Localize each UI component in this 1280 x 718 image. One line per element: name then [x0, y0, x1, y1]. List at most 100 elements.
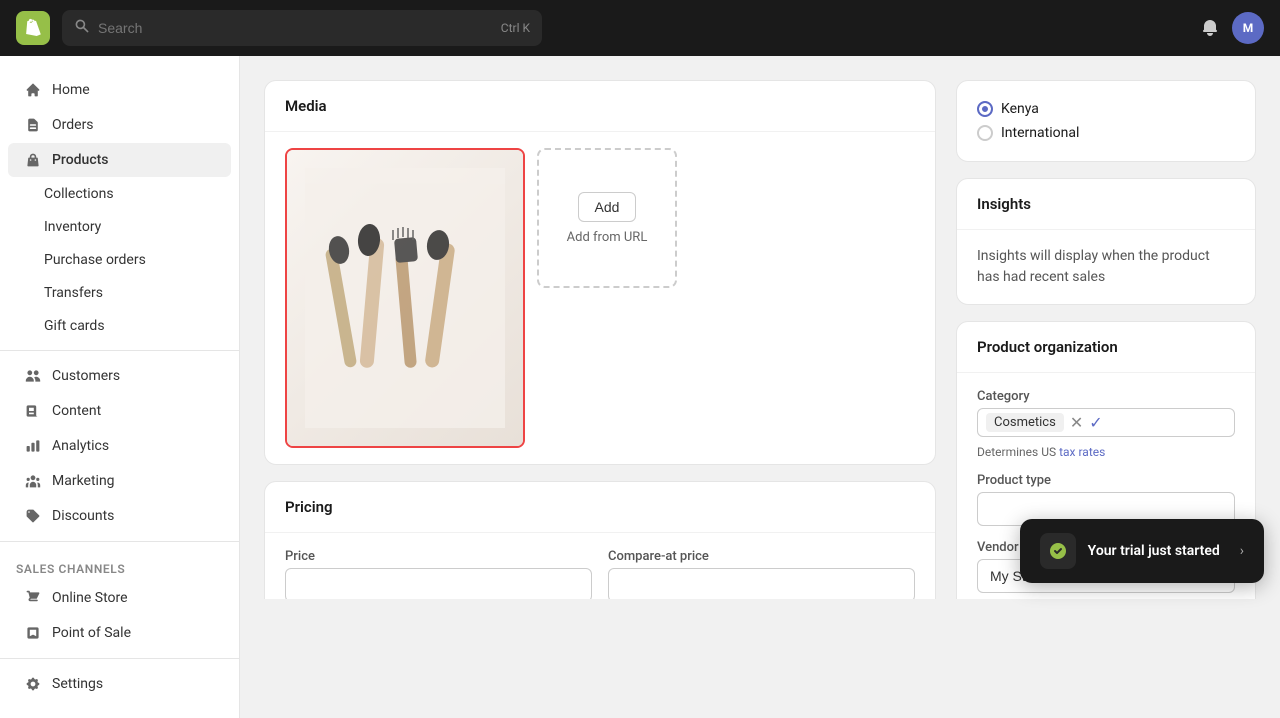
add-media-button[interactable]: Add	[578, 192, 637, 222]
sidebar-item-label-products: Products	[52, 152, 109, 168]
search-icon	[74, 18, 90, 38]
sidebar-item-label-marketing: Marketing	[52, 473, 115, 489]
product-type-label: Product type	[977, 473, 1235, 488]
insights-card-header: Insights	[957, 179, 1255, 230]
sales-channels-label: Sales channels	[0, 550, 239, 580]
international-label: International	[1001, 125, 1079, 141]
sidebar: Home Orders Products Collections Invento…	[0, 56, 240, 718]
sidebar-divider	[0, 350, 239, 351]
sidebar-item-content[interactable]: Content	[8, 394, 231, 428]
sidebar-item-label-collections: Collections	[44, 186, 114, 202]
sidebar-item-label-discounts: Discounts	[52, 508, 114, 524]
bell-icon[interactable]	[1200, 18, 1220, 38]
sidebar-item-collections[interactable]: Collections	[8, 178, 231, 210]
price-group: Price	[285, 549, 592, 599]
tax-rates-text: Determines US tax rates	[977, 445, 1235, 459]
locations-card: Kenya International	[956, 80, 1256, 162]
avatar[interactable]: M	[1232, 12, 1264, 44]
locations-card-body: Kenya International	[957, 81, 1255, 161]
sidebar-divider-2	[0, 541, 239, 542]
sidebar-item-label-content: Content	[52, 403, 101, 419]
international-radio[interactable]	[977, 125, 993, 141]
topbar-actions: M	[1200, 12, 1264, 44]
media-grid: Add Add from URL	[285, 148, 915, 448]
category-value: Cosmetics	[994, 415, 1056, 430]
category-label: Category	[977, 389, 1235, 404]
compare-at-price-group: Compare-at price	[608, 549, 915, 599]
category-confirm-icon[interactable]: ✓	[1089, 413, 1102, 432]
compare-at-price-label: Compare-at price	[608, 549, 915, 564]
pricing-card-body: Price Compare-at price	[265, 533, 935, 599]
products-icon	[24, 151, 42, 169]
topbar: Ctrl K M	[0, 0, 1280, 56]
insights-card-body: Insights will display when the product h…	[957, 230, 1255, 304]
product-organization-title: Product organization	[977, 338, 1118, 356]
sidebar-item-products[interactable]: Products	[8, 143, 231, 177]
media-card-body: Add Add from URL	[265, 132, 935, 464]
media-selected-image[interactable]	[285, 148, 525, 448]
marketing-icon	[24, 472, 42, 490]
pricing-title: Pricing	[285, 498, 333, 516]
layout: Home Orders Products Collections Invento…	[0, 56, 1280, 718]
kenya-radio[interactable]	[977, 101, 993, 117]
trial-banner[interactable]: Your trial just started ›	[1020, 519, 1264, 583]
sidebar-item-label-pos: Point of Sale	[52, 625, 131, 641]
sidebar-item-point-of-sale[interactable]: Point of Sale	[8, 616, 231, 650]
sidebar-item-discounts[interactable]: Discounts	[8, 499, 231, 533]
sidebar-item-label-transfers: Transfers	[44, 285, 103, 301]
sidebar-item-label-orders: Orders	[52, 117, 94, 133]
sidebar-item-online-store[interactable]: Online Store	[8, 581, 231, 615]
media-add-area: Add Add from URL	[537, 148, 677, 288]
search-shortcut: Ctrl K	[501, 21, 530, 35]
sidebar-item-label-analytics: Analytics	[52, 438, 109, 454]
product-image	[287, 150, 523, 446]
analytics-icon	[24, 437, 42, 455]
sidebar-item-transfers[interactable]: Transfers	[8, 277, 231, 309]
add-from-url-link[interactable]: Add from URL	[567, 230, 648, 245]
pricing-card: Pricing Price Compare-at price	[264, 481, 936, 599]
trial-banner-icon	[1040, 533, 1076, 569]
sidebar-item-label-inventory: Inventory	[44, 219, 101, 235]
shopify-logo	[16, 11, 50, 45]
sidebar-item-label-gift-cards: Gift cards	[44, 318, 105, 334]
sidebar-divider-3	[0, 658, 239, 659]
main-content: Media	[240, 56, 1280, 599]
trial-banner-text-area: Your trial just started	[1088, 543, 1220, 559]
location-kenya[interactable]: Kenya	[977, 97, 1235, 121]
sidebar-item-settings[interactable]: Settings	[8, 667, 231, 701]
sidebar-item-inventory[interactable]: Inventory	[8, 211, 231, 243]
product-organization-header: Product organization	[957, 322, 1255, 373]
search-input[interactable]	[98, 20, 493, 36]
category-group: Category Cosmetics ✕ ✓ Determines US tax…	[977, 389, 1235, 459]
sidebar-item-gift-cards[interactable]: Gift cards	[8, 310, 231, 342]
tax-text: Determines US	[977, 445, 1059, 459]
media-card-header: Media	[265, 81, 935, 132]
insights-body: Insights will display when the product h…	[977, 246, 1235, 288]
media-add-panel: Add Add from URL	[537, 148, 677, 448]
settings-icon	[24, 675, 42, 693]
price-input[interactable]	[285, 568, 592, 599]
search-bar[interactable]: Ctrl K	[62, 10, 542, 46]
sidebar-item-analytics[interactable]: Analytics	[8, 429, 231, 463]
sidebar-item-purchase-orders[interactable]: Purchase orders	[8, 244, 231, 276]
discounts-icon	[24, 507, 42, 525]
compare-at-price-input[interactable]	[608, 568, 915, 599]
tax-rates-link[interactable]: tax rates	[1059, 445, 1105, 459]
category-tag: Cosmetics	[986, 413, 1064, 432]
insights-title: Insights	[977, 195, 1031, 213]
sidebar-item-customers[interactable]: Customers	[8, 359, 231, 393]
sidebar-item-label-purchase-orders: Purchase orders	[44, 252, 146, 268]
sidebar-item-marketing[interactable]: Marketing	[8, 464, 231, 498]
media-card: Media	[264, 80, 936, 465]
sidebar-item-home[interactable]: Home	[8, 73, 231, 107]
insights-card: Insights Insights will display when the …	[956, 178, 1256, 305]
location-international[interactable]: International	[977, 121, 1235, 145]
sidebar-item-orders[interactable]: Orders	[8, 108, 231, 142]
sidebar-item-label-customers: Customers	[52, 368, 120, 384]
customers-icon	[24, 367, 42, 385]
trial-banner-title: Your trial just started	[1088, 543, 1220, 559]
sidebar-item-label-online-store: Online Store	[52, 590, 128, 606]
trial-chevron-icon[interactable]: ›	[1240, 543, 1244, 559]
category-input-wrap[interactable]: Cosmetics ✕ ✓	[977, 408, 1235, 437]
category-clear-icon[interactable]: ✕	[1070, 413, 1083, 432]
